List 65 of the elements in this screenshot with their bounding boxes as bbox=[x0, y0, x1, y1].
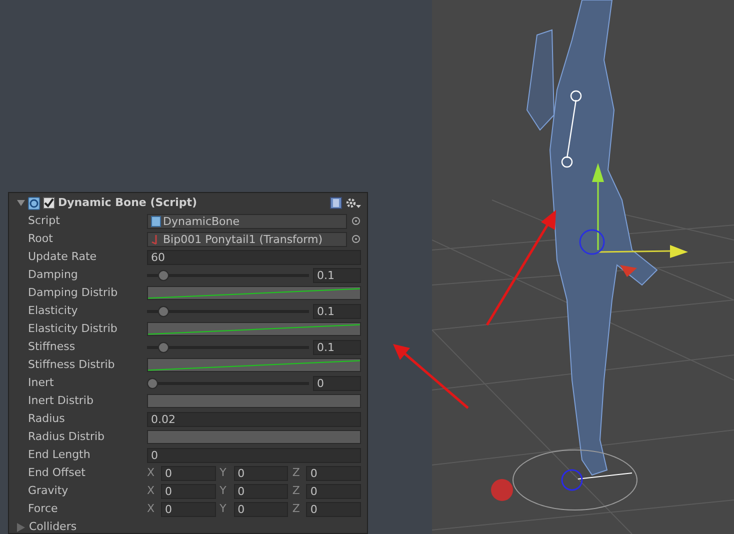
axis-label: Y bbox=[220, 500, 228, 517]
curve-field[interactable] bbox=[147, 394, 361, 408]
foldout-arrow-icon[interactable] bbox=[17, 522, 25, 532]
object-name: Bip001 Ponytail1 (Transform) bbox=[163, 232, 322, 246]
foldout-label[interactable]: Colliders bbox=[29, 518, 361, 534]
number-field[interactable]: 0 bbox=[313, 376, 361, 390]
axis-label: X bbox=[147, 500, 156, 517]
help-book-icon[interactable] bbox=[330, 197, 342, 209]
axis-label: Z bbox=[292, 500, 301, 517]
axis-label: X bbox=[147, 482, 156, 499]
field-label: Radius bbox=[28, 410, 66, 427]
axis-label: Y bbox=[220, 482, 228, 499]
field-label: Root bbox=[28, 230, 54, 247]
field-label: Damping Distrib bbox=[28, 284, 119, 301]
number-field[interactable]: 0 bbox=[161, 484, 216, 498]
number-field[interactable]: 0 bbox=[234, 484, 288, 498]
number-field[interactable]: 0 bbox=[306, 502, 362, 516]
script-file-icon bbox=[28, 196, 40, 210]
field-label: Script bbox=[28, 212, 61, 229]
number-field[interactable]: 0 bbox=[161, 466, 216, 480]
slider-thumb[interactable] bbox=[158, 342, 170, 352]
object-field[interactable]: Bip001 Ponytail1 (Transform) bbox=[147, 232, 347, 246]
axis-label: Z bbox=[292, 464, 301, 481]
number-field[interactable]: 0 bbox=[306, 484, 362, 498]
field-label: Damping bbox=[28, 266, 79, 283]
number-field[interactable]: 0 bbox=[161, 502, 216, 516]
number-field[interactable]: 0 bbox=[234, 466, 288, 480]
field-label: Inert bbox=[28, 374, 55, 391]
component-title: Dynamic Bone (Script) bbox=[58, 194, 198, 211]
field-label: End Length bbox=[28, 446, 92, 463]
curve-field[interactable] bbox=[147, 322, 361, 336]
field-label: End Offset bbox=[28, 464, 86, 481]
field-label: Inert Distrib bbox=[28, 392, 94, 409]
field-label: Stiffness bbox=[28, 338, 76, 355]
field-label: Force bbox=[28, 500, 59, 517]
number-field[interactable]: 0 bbox=[234, 502, 288, 516]
number-field[interactable]: 0.1 bbox=[313, 304, 361, 318]
scene-viewport[interactable] bbox=[432, 0, 734, 534]
enabled-checkbox[interactable] bbox=[43, 197, 55, 209]
number-field[interactable]: 0.1 bbox=[313, 268, 361, 282]
settings-icon[interactable] bbox=[345, 197, 361, 209]
input-field[interactable]: 0 bbox=[147, 448, 361, 462]
number-field[interactable]: 0.1 bbox=[313, 340, 361, 354]
object-name: DynamicBone bbox=[163, 214, 240, 228]
curve-field[interactable] bbox=[147, 430, 361, 444]
field-label: Radius Distrib bbox=[28, 428, 106, 445]
axis-label: Z bbox=[292, 482, 301, 499]
slider-thumb[interactable] bbox=[158, 306, 170, 316]
field-label: Update Rate bbox=[28, 248, 98, 265]
object-field[interactable]: DynamicBone bbox=[147, 214, 347, 228]
foldout-arrow-icon[interactable] bbox=[17, 199, 25, 207]
curve-field[interactable] bbox=[147, 358, 361, 372]
curve-field[interactable] bbox=[147, 286, 361, 300]
field-label: Gravity bbox=[28, 482, 70, 499]
slider-thumb[interactable] bbox=[147, 378, 158, 388]
field-label: Stiffness Distrib bbox=[28, 356, 116, 373]
input-field[interactable]: 60 bbox=[147, 250, 361, 264]
slider-thumb[interactable] bbox=[158, 270, 170, 280]
field-label: Elasticity Distrib bbox=[28, 320, 118, 337]
script-file-icon bbox=[151, 216, 161, 226]
number-field[interactable]: 0 bbox=[306, 466, 362, 480]
axis-label: X bbox=[147, 464, 156, 481]
field-label: Elasticity bbox=[28, 302, 79, 319]
input-field[interactable]: 0.02 bbox=[147, 412, 361, 426]
axis-label: Y bbox=[220, 464, 228, 481]
